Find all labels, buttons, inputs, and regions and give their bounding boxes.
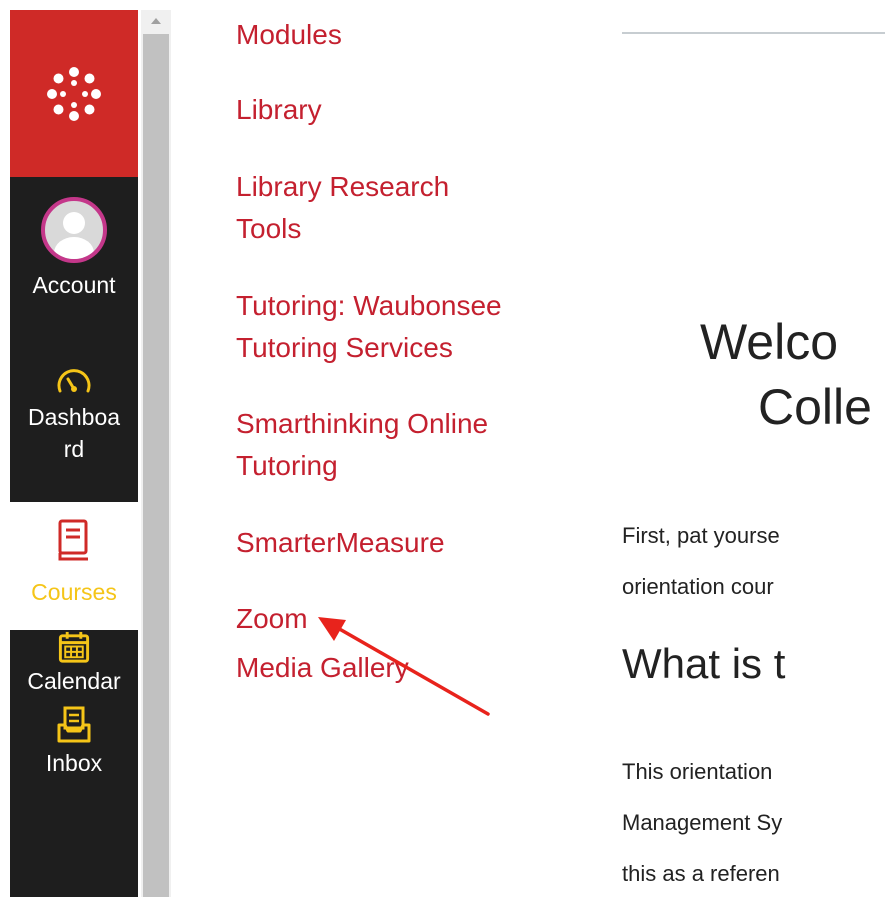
calendar-icon xyxy=(58,631,90,663)
nav-scrollbar[interactable] xyxy=(141,10,171,897)
course-link-smarthinking-line1: Smarthinking Online xyxy=(236,408,489,439)
page-heading-line1: Welco xyxy=(700,314,839,370)
scroll-up-arrow[interactable] xyxy=(141,10,171,32)
nav-inbox-label: Inbox xyxy=(45,750,103,776)
intro-text-line2: orientation cour xyxy=(622,574,774,599)
dashboard-gauge-icon xyxy=(57,369,91,393)
course-link-library-research-line1: Library Research xyxy=(236,171,450,202)
nav-inbox[interactable]: Inbox xyxy=(10,697,138,897)
left-gutter xyxy=(0,0,10,897)
body-text-line2: Management Sy xyxy=(622,810,783,835)
body-text-line3: this as a referen xyxy=(622,861,780,886)
nav-dashboard[interactable]: Dashboa rd xyxy=(10,365,138,502)
course-link-modules[interactable]: Modules xyxy=(236,14,342,56)
course-link-library[interactable]: Library xyxy=(236,89,322,131)
canvas-logo[interactable] xyxy=(10,10,138,177)
nav-account[interactable]: Account xyxy=(10,187,138,321)
course-link-media-gallery[interactable]: Media Gallery xyxy=(236,647,409,689)
inbox-icon xyxy=(57,706,91,743)
user-silhouette-icon xyxy=(54,212,94,259)
course-link-smartermeasure[interactable]: SmarterMeasure xyxy=(236,522,445,564)
course-link-zoom[interactable]: Zoom xyxy=(236,598,308,640)
scroll-thumb[interactable] xyxy=(143,34,169,897)
nav-account-label: Account xyxy=(32,272,116,298)
intro-text-line1: First, pat yourse xyxy=(622,523,780,548)
nav-calendar-label: Calendar xyxy=(27,668,121,694)
course-link-tutoring-line2: Tutoring Services xyxy=(236,332,453,363)
nav-calendar[interactable]: Calendar xyxy=(10,630,138,697)
avatar xyxy=(41,197,107,263)
book-icon xyxy=(58,519,88,561)
course-link-library-research-line2: Tools xyxy=(236,213,302,244)
canvas-logo-icon xyxy=(47,66,101,121)
nav-courses-label: Courses xyxy=(31,579,117,605)
global-navigation: Account Dashboa rd Courses Calendar Inbo… xyxy=(10,10,138,897)
nav-dashboard-label: Dashboa rd xyxy=(27,404,121,462)
content-divider xyxy=(622,32,885,34)
nav-courses[interactable]: Courses xyxy=(10,502,138,630)
course-link-smarthinking-line2: Tutoring xyxy=(236,450,338,481)
page-heading-line2: Colle xyxy=(758,379,872,435)
course-link-tutoring-line1: Tutoring: Waubonsee xyxy=(236,290,502,321)
chevron-up-icon xyxy=(151,18,161,24)
body-text-line1: This orientation xyxy=(622,759,773,784)
section-heading: What is t xyxy=(622,640,786,687)
